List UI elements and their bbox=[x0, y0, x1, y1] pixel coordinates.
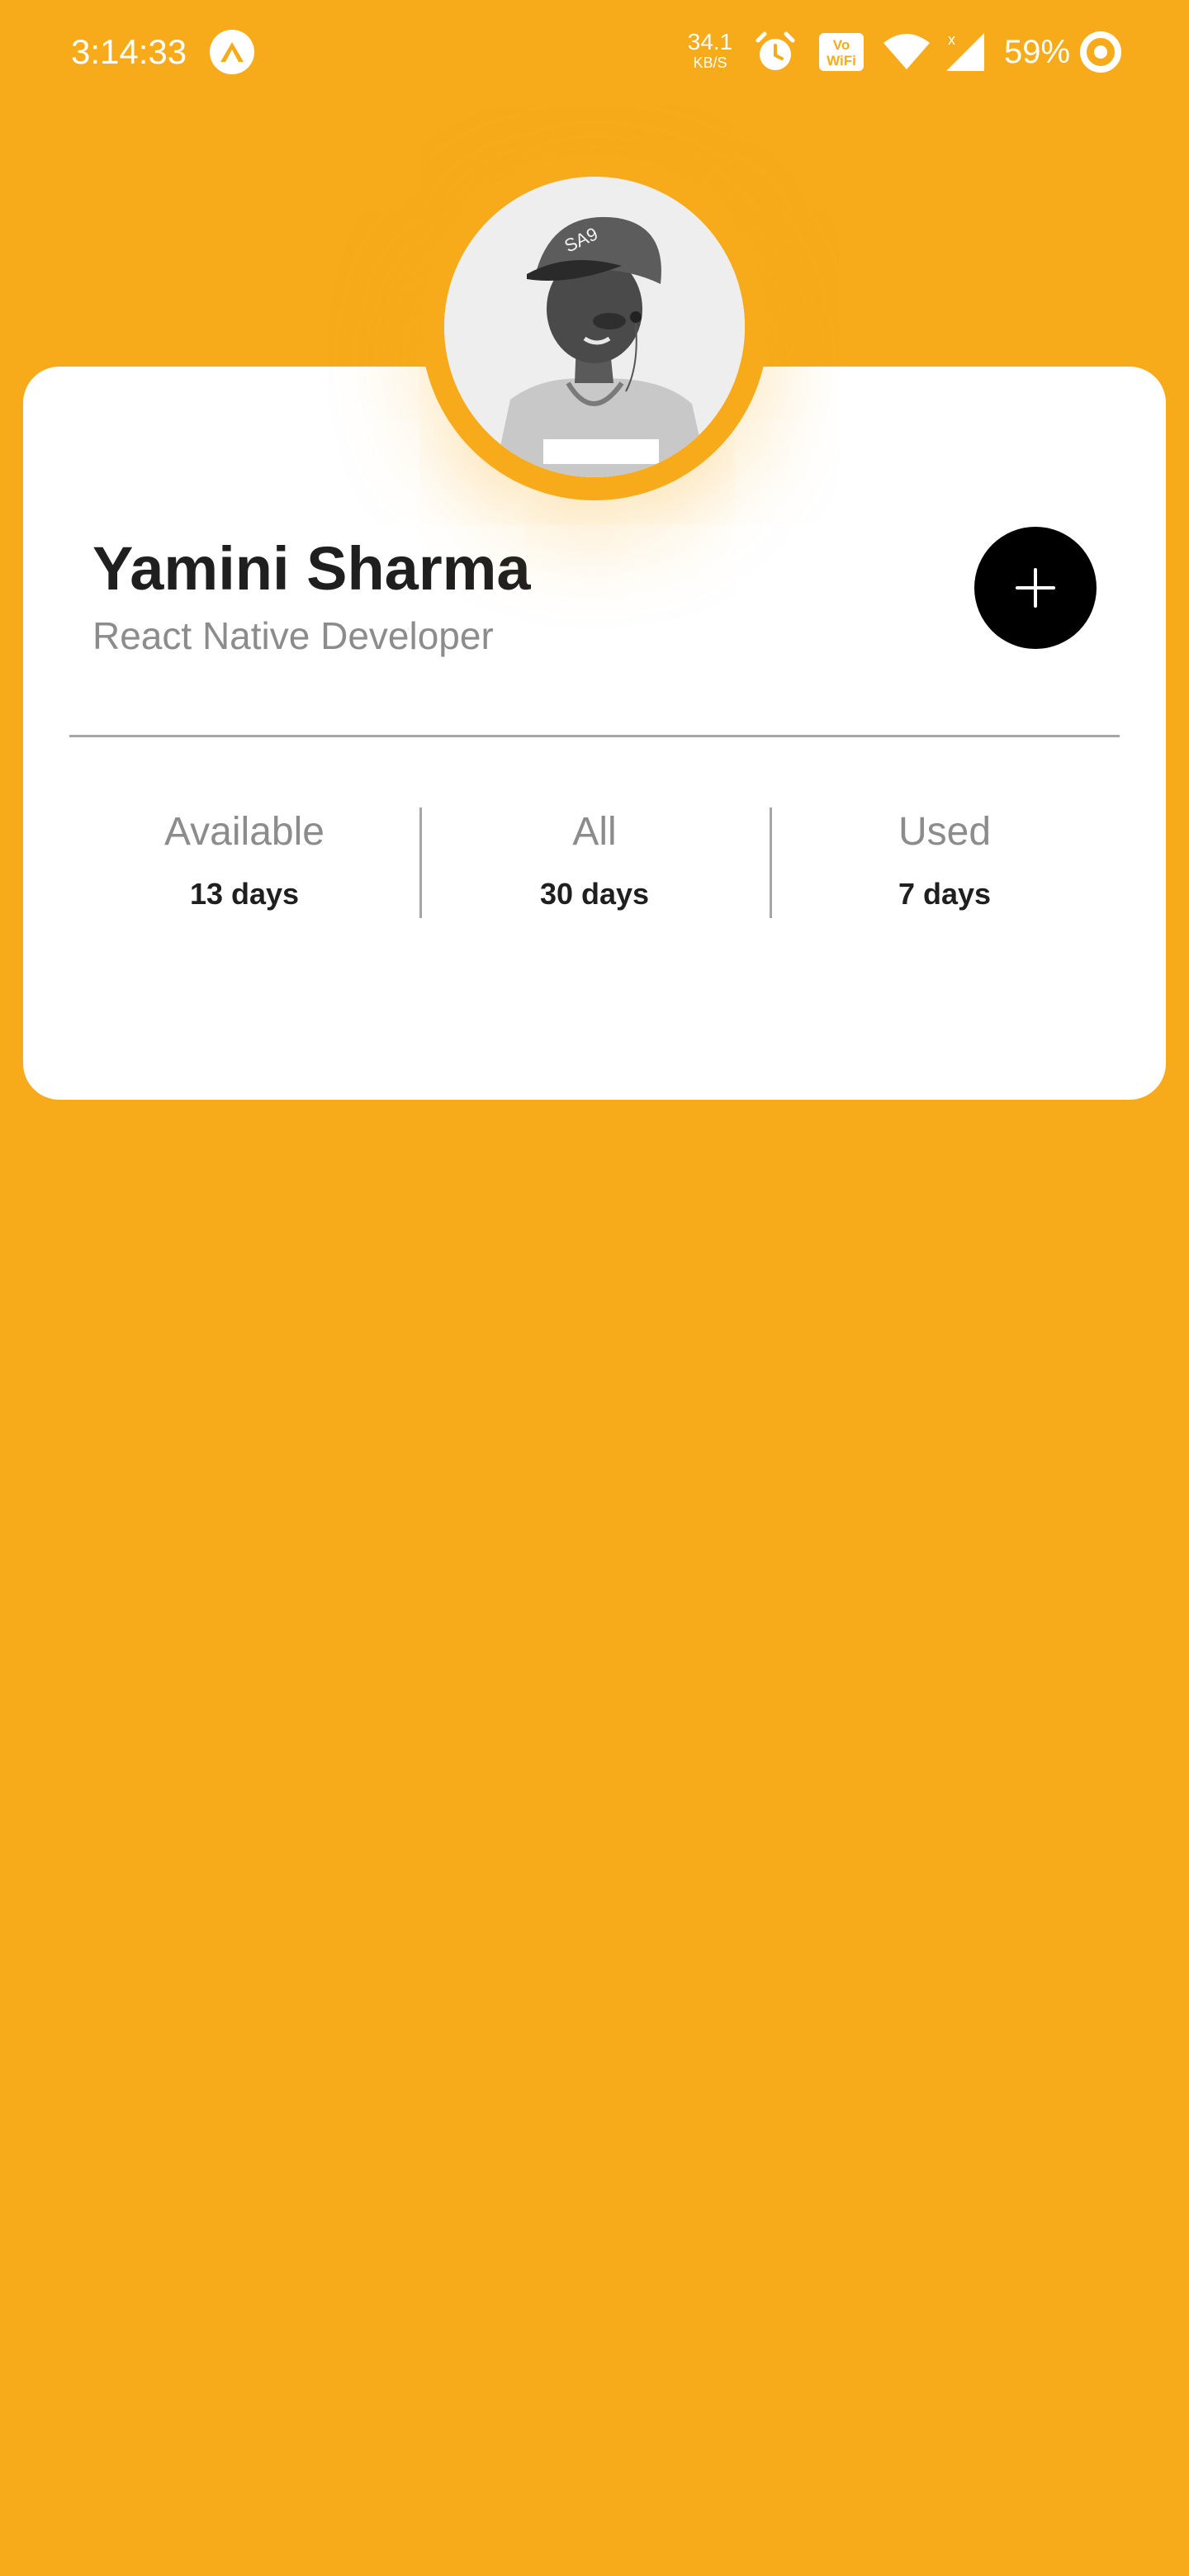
stat-value: 13 days bbox=[189, 877, 300, 911]
wifi-icon bbox=[882, 30, 931, 78]
stat-available: Available 13 days bbox=[69, 807, 419, 920]
battery-percent: 59% bbox=[1004, 34, 1071, 70]
divider bbox=[69, 735, 1120, 737]
avatar[interactable]: SA9 bbox=[421, 154, 768, 500]
expo-icon bbox=[210, 30, 254, 74]
stat-label: Available bbox=[164, 810, 324, 854]
svg-text:Vo: Vo bbox=[833, 37, 850, 53]
network-speed: 34.1 KB/S bbox=[680, 29, 740, 72]
leave-stats: Available 13 days All 30 days Used 7 day… bbox=[69, 807, 1120, 920]
add-button[interactable] bbox=[974, 527, 1097, 649]
stat-label: Used bbox=[898, 810, 992, 854]
network-speed-unit: KB/S bbox=[693, 54, 727, 71]
stat-value: 7 days bbox=[898, 877, 992, 911]
alarm-icon bbox=[753, 30, 798, 78]
plus-icon bbox=[1016, 568, 1055, 608]
status-bar: 3:14:33 34.1 KB/S Vo WiFi x 59% bbox=[0, 0, 1189, 106]
status-time: 3:14:33 bbox=[71, 32, 187, 71]
avatar-photo: SA9 bbox=[444, 177, 745, 477]
signal-icon: x bbox=[941, 30, 991, 78]
stat-all: All 30 days bbox=[419, 807, 770, 920]
user-name: Yamini Sharma bbox=[92, 534, 531, 603]
svg-text:x: x bbox=[948, 31, 955, 48]
stat-used: Used 7 days bbox=[770, 807, 1120, 920]
stat-value: 30 days bbox=[539, 877, 650, 911]
user-role: React Native Developer bbox=[92, 614, 494, 657]
stat-label: All bbox=[572, 810, 617, 854]
volte-wifi-icon: Vo WiFi bbox=[817, 30, 865, 78]
battery-saver-icon bbox=[1078, 30, 1123, 78]
network-speed-value: 34.1 bbox=[687, 29, 733, 54]
svg-text:WiFi: WiFi bbox=[827, 53, 856, 69]
